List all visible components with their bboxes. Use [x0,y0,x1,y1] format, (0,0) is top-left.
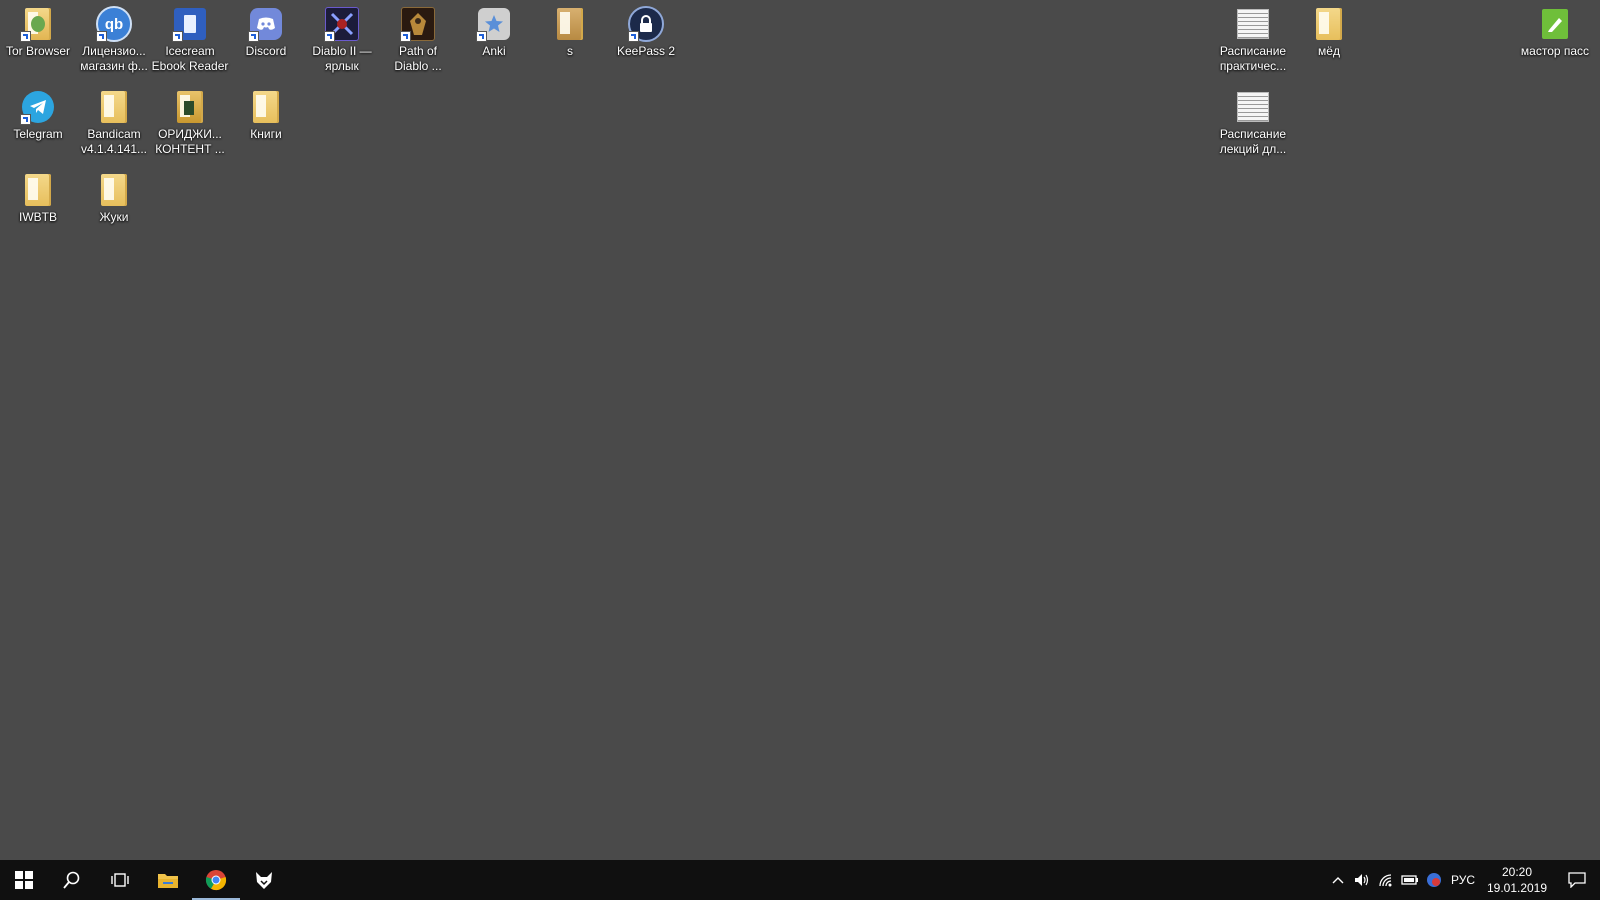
folder-icon [20,172,56,208]
anki-icon [476,6,512,42]
desktop-icon-label: KeePass 2 [616,44,676,58]
desktop: Tor Browser qb Лицензио... магазин ф... … [0,0,1600,860]
desktop-icon-label: Расписание практичес... [1219,44,1287,73]
chrome-button[interactable] [192,860,240,900]
chevron-up-icon [1332,877,1344,884]
task-view-button[interactable] [96,860,144,900]
tray-app-button[interactable] [1422,860,1446,900]
desktop-icon-discord[interactable]: Discord [228,0,304,59]
desktop-icon-master-pass[interactable]: мастор пасс [1517,0,1593,59]
desktop-icon-label: Telegram [13,127,63,141]
desktop-icon-label: Icecream Ebook Reader [151,44,229,73]
desktop-icon-bandicam[interactable]: Bandicam v4.1.4.141... [76,83,152,157]
desktop-icon-licensed-store[interactable]: qb Лицензио... магазин ф... [76,0,152,74]
desktop-icon-schedule-lectures[interactable]: Расписание лекций дл... [1215,83,1291,157]
chrome-icon [205,870,227,891]
desktop-icon-tor-browser[interactable]: Tor Browser [0,0,76,59]
clock-time: 20:20 [1501,865,1533,879]
desktop-icon-label: IWBTB [19,210,57,224]
battery-icon [1401,875,1418,885]
desktop-icon-label: Расписание лекций дл... [1219,127,1287,156]
desktop-icon-label: Книги [250,127,282,141]
app-button[interactable] [240,860,288,900]
folder-icon [248,89,284,125]
fox-icon [256,872,272,889]
desktop-icon-label: Лицензио... магазин ф... [80,44,148,73]
desktop-icon-label: Bandicam v4.1.4.141... [80,127,148,156]
desktop-icon-keepass-2[interactable]: KeePass 2 [608,0,684,59]
ebook-reader-icon [172,6,208,42]
desktop-icon-anki[interactable]: Anki [456,0,532,59]
diablo-ii-icon [324,6,360,42]
desktop-icon-med-folder[interactable]: мёд [1291,0,1367,59]
desktop-icon-iwbtb-folder[interactable]: IWBTB [0,166,76,225]
notepad-icon [1537,6,1573,42]
folder-icon [552,6,588,42]
folder-icon [1311,6,1347,42]
clock[interactable]: 20:20 19.01.2019 [1480,864,1554,896]
desktop-icon-schedule-practice[interactable]: Расписание практичес... [1215,0,1291,74]
folder-icon [96,89,132,125]
desktop-icon-books-folder[interactable]: Книги [228,83,304,142]
taskbar: РУС 20:20 19.01.2019 [0,860,1600,900]
desktop-icon-label: ОРИДЖИ... КОНТЕНТ ... [155,127,225,156]
qbittorrent-icon: qb [96,6,132,42]
path-of-diablo-icon [400,6,436,42]
search-icon [63,871,80,889]
desktop-icon-label: мастор пасс [1520,44,1590,58]
notification-icon [1568,872,1586,888]
search-button[interactable] [48,860,96,900]
desktop-icon-bugs-folder[interactable]: Жуки [76,166,152,225]
discord-icon [248,6,284,42]
desktop-icon-label: мёд [1318,44,1340,58]
file-explorer-button[interactable] [144,860,192,900]
language-indicator[interactable]: РУС [1446,860,1480,900]
folder-icon [158,874,178,888]
desktop-icon-label: s [567,44,573,58]
battery-button[interactable] [1398,860,1422,900]
telegram-icon [20,89,56,125]
start-button[interactable] [0,860,48,900]
keepass-lock-icon [628,6,664,42]
desktop-icon-original-content[interactable]: ОРИДЖИ... КОНТЕНТ ... [152,83,228,157]
system-tray: РУС 20:20 19.01.2019 [1326,860,1600,900]
desktop-icon-label: Diablo II — ярлык [312,44,372,73]
folder-icon [96,172,132,208]
desktop-icon-diablo-ii[interactable]: Diablo II — ярлык [304,0,380,74]
show-hidden-icons-button[interactable] [1326,860,1350,900]
desktop-icon-label: Жуки [99,210,129,224]
speaker-icon [1355,874,1369,886]
volume-button[interactable] [1350,860,1374,900]
desktop-icon-icecream-ebook-reader[interactable]: Icecream Ebook Reader [152,0,228,74]
desktop-icon-label: Anki [482,44,506,58]
clock-date: 19.01.2019 [1486,881,1548,895]
document-icon [1235,89,1271,125]
folder-icon [172,89,208,125]
tor-browser-icon [20,6,56,42]
document-icon [1235,6,1271,42]
desktop-icon-label: Discord [245,44,287,58]
windows-logo-icon [15,871,33,889]
desktop-icon-label: Path of Diablo ... [394,44,442,73]
action-center-button[interactable] [1554,860,1600,900]
wifi-icon [1379,874,1392,887]
desktop-icon-path-of-diablo[interactable]: Path of Diablo ... [380,0,456,74]
app-tray-icon [1427,873,1441,887]
network-button[interactable] [1374,860,1398,900]
task-view-icon [111,873,129,887]
desktop-icon-telegram[interactable]: Telegram [0,83,76,142]
desktop-icon-s-folder[interactable]: s [532,0,608,59]
desktop-icon-label: Tor Browser [5,44,70,58]
